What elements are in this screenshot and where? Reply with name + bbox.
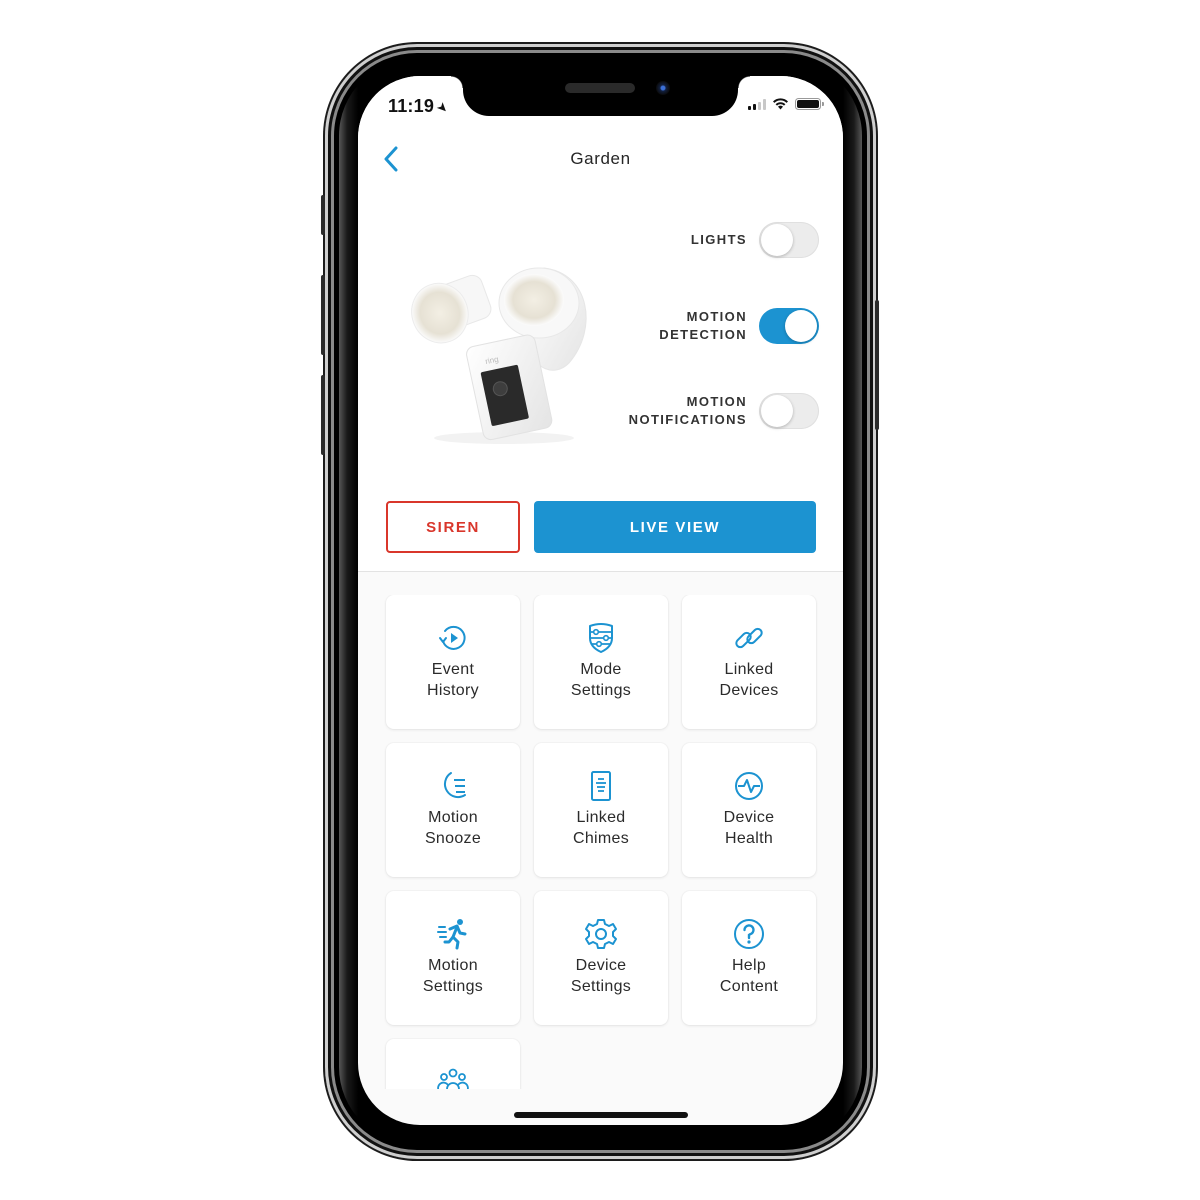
tile-label-line: Settings <box>570 978 632 995</box>
tile-label-line: Linked <box>576 809 626 826</box>
earpiece-speaker <box>565 83 635 93</box>
linked-devices-icon <box>735 627 763 649</box>
page-title: Garden <box>570 149 631 168</box>
status-time: 11:19➤ <box>388 96 452 117</box>
tile-motion-settings[interactable]: Motion Settings <box>386 891 520 1025</box>
tile-label-line: Snooze <box>424 830 482 847</box>
motion-notifications-toggle[interactable] <box>759 393 819 429</box>
tile-label: Event History <box>427 659 479 701</box>
tile-label-line: Device <box>575 957 627 974</box>
help-content-icon <box>734 919 764 949</box>
mode-settings-icon <box>589 623 613 653</box>
phone-screen: 11:19➤ Garden ring LIGHTS MOTION DETECTI… <box>358 76 843 1125</box>
floodlight-camera-image: ring <box>411 267 587 444</box>
tile-label-line: Devices <box>719 682 779 699</box>
tile-linked-devices[interactable]: Linked Devices <box>682 595 816 729</box>
front-camera <box>656 81 670 95</box>
tile-motion-snooze[interactable]: Motion Snooze <box>386 743 520 877</box>
tile-label: Help Content <box>720 955 778 997</box>
device-menu-grid: Event History Mode Settings Linked Devic… <box>386 595 816 1089</box>
tile-mode-settings[interactable]: Mode Settings <box>534 595 668 729</box>
tile-linked-chimes[interactable]: Linked Chimes <box>534 743 668 877</box>
toggle-label: MOTION NOTIFICATIONS <box>629 393 747 429</box>
live-view-button[interactable]: LIVE VIEW <box>534 501 816 553</box>
signal-icon <box>748 98 766 110</box>
tile-label-line: Motion <box>428 957 478 974</box>
tile-shared-users[interactable] <box>386 1039 520 1089</box>
toggle-knob <box>761 395 793 427</box>
tile-label-line: Content <box>719 978 779 995</box>
tile-label: Motion Settings <box>423 955 483 997</box>
tile-label-line: Health <box>724 830 774 847</box>
toggle-label-line: MOTION <box>686 394 747 409</box>
toggle-row-motion-notifications: MOTION NOTIFICATIONS <box>629 393 819 429</box>
tile-device-health[interactable]: Device Health <box>682 743 816 877</box>
device-health-icon <box>735 772 763 800</box>
tile-label: Linked Devices <box>719 659 778 701</box>
shared-users-icon <box>437 1068 469 1089</box>
tile-device-settings[interactable]: Device Settings <box>534 891 668 1025</box>
tile-label-line: Mode <box>580 661 622 678</box>
tile-label: Linked Chimes <box>573 807 629 849</box>
toggle-label-line: DETECTION <box>659 327 747 342</box>
device-menu-scroll[interactable]: Event History Mode Settings Linked Devic… <box>358 595 843 1089</box>
toggle-knob <box>761 224 793 256</box>
motion-settings-icon <box>437 919 467 950</box>
event-history-icon <box>439 625 466 650</box>
motion-snooze-icon <box>444 772 466 798</box>
status-time-text: 11:19 <box>388 96 435 116</box>
tile-label-line: Device <box>723 809 775 826</box>
tile-label-line: Chimes <box>572 830 630 847</box>
toggle-row-motion-detection: MOTION DETECTION <box>659 308 819 344</box>
wifi-icon <box>773 98 788 110</box>
lights-toggle[interactable] <box>759 222 819 258</box>
siren-button[interactable]: SIREN <box>386 501 520 553</box>
tile-label: Device Settings <box>571 955 631 997</box>
toggle-label-line: MOTION <box>686 309 747 324</box>
device-settings-icon <box>585 919 617 949</box>
tile-label-line: Event <box>431 661 475 678</box>
tile-label-line: Settings <box>422 978 484 995</box>
volume-up-button <box>321 275 325 355</box>
tile-help-content[interactable]: Help Content <box>682 891 816 1025</box>
tile-label-line: Linked <box>724 661 774 678</box>
volume-down-button <box>321 375 325 455</box>
tile-event-history[interactable]: Event History <box>386 595 520 729</box>
tile-label-line: Motion <box>428 809 478 826</box>
tile-label: Motion Snooze <box>425 807 481 849</box>
tile-label-line: Settings <box>570 682 632 699</box>
motion-detection-toggle[interactable] <box>759 308 819 344</box>
toggle-label: MOTION DETECTION <box>659 308 747 344</box>
tile-label-line: Help <box>731 957 767 974</box>
status-indicators <box>748 98 824 110</box>
linked-chimes-icon <box>591 771 611 801</box>
location-arrow-icon: ➤ <box>433 98 453 117</box>
tile-label: Mode Settings <box>571 659 631 701</box>
toggle-label-line: NOTIFICATIONS <box>628 412 747 427</box>
toggle-label: LIGHTS <box>691 231 747 249</box>
tile-label-line: History <box>427 682 479 699</box>
home-indicator[interactable] <box>514 1112 688 1118</box>
battery-icon <box>795 98 824 110</box>
silent-switch <box>321 195 325 235</box>
toggle-label-line: LIGHTS <box>690 232 747 247</box>
device-header-panel: 11:19➤ Garden ring LIGHTS MOTION DETECTI… <box>358 76 843 572</box>
toggle-knob <box>785 310 817 342</box>
tile-label: Device Health <box>724 807 775 849</box>
notch <box>451 76 750 116</box>
toggle-row-lights: LIGHTS <box>691 222 819 258</box>
power-button <box>875 300 879 430</box>
